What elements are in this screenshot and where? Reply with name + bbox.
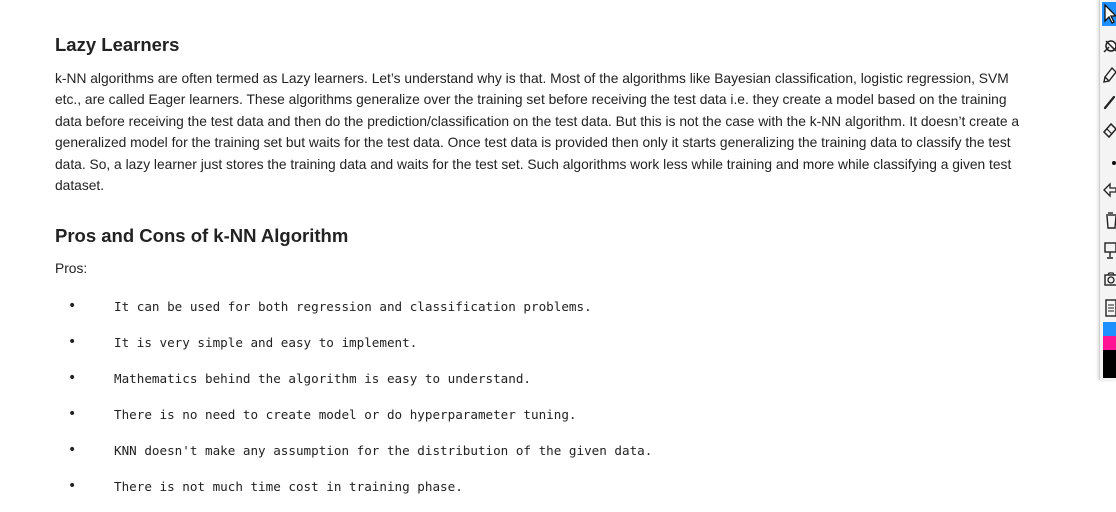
lazy-learners-heading: Lazy Learners <box>55 34 180 55</box>
camera-icon[interactable] <box>1102 268 1116 292</box>
arrow-icon[interactable] <box>1102 178 1116 202</box>
color-swatch-blue[interactable] <box>1103 322 1116 336</box>
annotation-toolbar <box>1099 0 1116 380</box>
pros-cons-heading: Pros and Cons of k-NN Algorithm <box>55 225 349 246</box>
lazy-learners-paragraph: k-NN algorithms are often termed as Lazy… <box>55 68 1095 196</box>
paragraph-line: generalized model for the training set b… <box>55 135 1011 151</box>
pros-item-text: There is not much time cost in training … <box>114 479 463 494</box>
bullet-icon: • <box>68 334 77 350</box>
bullet-icon: • <box>68 478 77 494</box>
paragraph-line: data before receiving the test data and … <box>55 113 1020 129</box>
pros-item-text: It can be used for both regression and c… <box>114 299 592 314</box>
pros-item-text: It is very simple and easy to implement. <box>114 335 418 350</box>
cursor-icon[interactable] <box>1102 2 1116 26</box>
color-swatch-black[interactable] <box>1103 350 1116 378</box>
paragraph-line: dataset. <box>55 178 105 194</box>
paragraph-line: k-NN algorithms are often termed as Lazy… <box>55 71 1009 86</box>
pros-item-text: KNN doesn't make any assumption for the … <box>114 443 653 458</box>
highlighter-icon[interactable] <box>1102 62 1116 86</box>
pros-item-text: Mathematics behind the algorithm is easy… <box>114 371 532 386</box>
notes-icon[interactable] <box>1102 296 1116 320</box>
color-swatch-pink[interactable] <box>1103 336 1116 350</box>
bullet-icon: • <box>68 370 77 386</box>
bullet-icon: • <box>68 298 77 314</box>
pros-label: Pros: <box>55 261 88 276</box>
bullet-icon: • <box>68 442 77 458</box>
bullet-icon: • <box>68 406 77 422</box>
marker-icon[interactable] <box>1102 118 1116 142</box>
paragraph-line: data. So, a lazy learner just stores the… <box>55 156 1012 172</box>
trash-icon[interactable] <box>1102 208 1116 232</box>
dot-icon[interactable] <box>1102 150 1116 174</box>
eraser-icon[interactable] <box>1102 34 1116 58</box>
paragraph-line: etc., are called Eager learners. These a… <box>55 92 1007 108</box>
pros-item-text: There is no need to create model or do h… <box>114 407 577 422</box>
pen-icon[interactable] <box>1102 90 1116 114</box>
presentation-icon[interactable] <box>1102 238 1116 262</box>
